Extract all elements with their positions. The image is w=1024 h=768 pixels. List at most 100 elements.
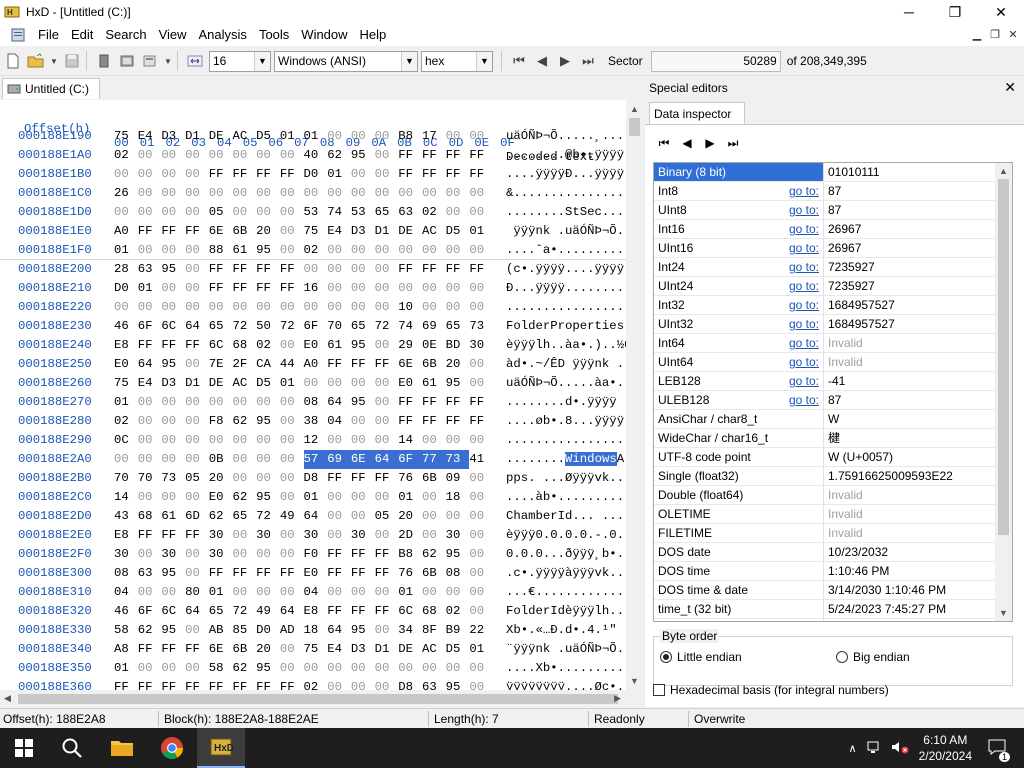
row-decoded-text[interactable]: ........d•.ÿÿÿÿ xyxy=(506,393,617,412)
hex-byte[interactable]: 00 xyxy=(422,488,446,507)
chevron-down-icon[interactable]: ▼ xyxy=(254,51,270,71)
menu-analysis[interactable]: Analysis xyxy=(193,24,253,46)
hex-byte[interactable]: 69 xyxy=(422,317,446,336)
hex-byte[interactable]: 00 xyxy=(280,393,304,412)
row-bytes[interactable]: 43 68 61 6D 62 65 72 49 64 00 00 05 20 00 00 00 xyxy=(114,507,493,526)
hex-byte[interactable]: 00 xyxy=(375,127,399,146)
hex-byte[interactable]: 65 xyxy=(232,507,256,526)
row-decoded-text[interactable]: ChamberId... ... xyxy=(506,507,624,526)
chevron-up-icon[interactable]: ∧ xyxy=(849,742,857,755)
hex-byte[interactable]: F8 xyxy=(209,412,233,431)
hex-byte[interactable]: 8F xyxy=(422,621,446,640)
hex-byte[interactable]: 00 xyxy=(304,374,328,393)
hex-byte[interactable]: 00 xyxy=(304,298,328,317)
hex-byte[interactable]: 58 xyxy=(209,659,233,678)
hex-byte[interactable]: 30 xyxy=(351,526,375,545)
mdi-restore-icon[interactable]: ❐ xyxy=(988,27,1002,41)
hex-byte[interactable]: 01 xyxy=(138,279,162,298)
row-decoded-text[interactable]: ÿÿÿÿÿÿÿÿ....Øc•. xyxy=(506,678,624,690)
hex-byte[interactable]: A0 xyxy=(304,355,328,374)
inspector-scrollbar[interactable]: ▲ ▼ xyxy=(995,163,1012,621)
hex-byte[interactable]: 02 xyxy=(256,336,280,355)
hex-byte[interactable]: 01 xyxy=(114,241,138,260)
hex-byte[interactable]: FF xyxy=(232,564,256,583)
hex-byte[interactable]: 00 xyxy=(446,203,470,222)
row-bytes[interactable]: 02 00 00 00 00 00 00 00 40 62 95 00 FF FF FF FF xyxy=(114,146,493,165)
inspector-row[interactable]: OLETIME Invalid xyxy=(654,505,997,524)
hex-byte[interactable]: 00 xyxy=(232,545,256,564)
hex-byte[interactable]: 00 xyxy=(232,393,256,412)
row-decoded-text[interactable]: ....Xb•......... xyxy=(506,659,624,678)
hex-row[interactable]: 000188E2F0 30 00 30 00 30 00 00 00 F0 FF FF FF B8 62 95… xyxy=(0,545,626,564)
hex-byte[interactable]: 05 xyxy=(375,507,399,526)
hex-byte[interactable]: 20 xyxy=(256,222,280,241)
hex-byte[interactable]: 00 xyxy=(446,241,470,260)
inspector-row[interactable]: DOS time & date 3/14/2030 1:10:46 PM xyxy=(654,581,997,600)
row-decoded-text[interactable]: 0.0.0...ðÿÿÿ¸b•. xyxy=(506,545,624,564)
hex-byte[interactable]: 09 xyxy=(446,469,470,488)
hex-byte[interactable]: 00 xyxy=(209,146,233,165)
hex-byte[interactable]: 00 xyxy=(114,165,138,184)
hex-byte[interactable]: 00 xyxy=(398,184,422,203)
export-dropdown-icon[interactable]: ▼ xyxy=(163,51,173,71)
hex-byte[interactable]: 00 xyxy=(138,583,162,602)
hex-byte[interactable]: D1 xyxy=(375,222,399,241)
hex-byte[interactable]: AC xyxy=(232,127,256,146)
hxd-taskbar-button[interactable]: HxD xyxy=(197,728,245,768)
hex-byte[interactable]: 00 xyxy=(185,146,209,165)
hex-byte[interactable]: 64 xyxy=(185,317,209,336)
hex-byte[interactable]: 6F xyxy=(398,450,422,469)
hex-byte[interactable]: FF xyxy=(138,526,162,545)
mdi-close-icon[interactable]: ✕ xyxy=(1006,27,1020,41)
inspector-row[interactable]: Binary (8 bit) 01010111 xyxy=(654,163,997,182)
hex-byte[interactable]: 30 xyxy=(209,545,233,564)
menu-edit[interactable]: Edit xyxy=(65,24,99,46)
hex-byte[interactable]: 00 xyxy=(304,260,328,279)
hex-byte[interactable]: 00 xyxy=(185,488,209,507)
hex-byte[interactable]: 00 xyxy=(351,165,375,184)
mdi-minimize-icon[interactable]: ▁ xyxy=(970,27,984,41)
hex-byte[interactable]: 00 xyxy=(280,545,304,564)
hex-byte[interactable]: 00 xyxy=(446,507,470,526)
document-icon[interactable] xyxy=(10,27,26,43)
row-bytes[interactable]: 75 E4 D3 D1 DE AC D5 01 00 00 00 00 E0 61 95 00 xyxy=(114,374,493,393)
hex-byte[interactable]: 00 xyxy=(375,678,399,690)
inspector-value[interactable]: 楗 xyxy=(824,429,997,448)
hex-byte[interactable]: 00 xyxy=(327,526,351,545)
hex-byte[interactable]: 00 xyxy=(327,298,351,317)
hex-byte[interactable]: 00 xyxy=(161,146,185,165)
hex-byte[interactable]: 26 xyxy=(114,184,138,203)
inspector-value[interactable]: 1684957527 xyxy=(824,315,997,334)
chevron-down-icon[interactable]: ▼ xyxy=(401,51,417,71)
file-explorer-button[interactable] xyxy=(98,728,146,768)
hex-byte[interactable]: 00 xyxy=(375,184,399,203)
hex-byte[interactable]: 00 xyxy=(351,374,375,393)
hex-byte[interactable]: F0 xyxy=(304,545,328,564)
hex-byte[interactable]: 68 xyxy=(138,507,162,526)
hex-byte[interactable]: E0 xyxy=(114,355,138,374)
hex-byte[interactable]: E8 xyxy=(304,602,328,621)
hex-byte[interactable]: FF xyxy=(232,260,256,279)
hex-row[interactable]: 000188E2E0 E8 FF FF FF 30 00 30 00 30 00 30 00 2D 00 30… xyxy=(0,526,626,545)
hex-row[interactable]: 000188E250 E0 64 95 00 7E 2F CA 44 A0 FF FF FF 6E 6B 20… xyxy=(0,355,626,374)
hex-byte[interactable]: 00 xyxy=(422,659,446,678)
hex-byte[interactable]: 00 xyxy=(280,583,304,602)
next-sector-icon[interactable]: ▶ xyxy=(555,51,575,71)
hex-byte[interactable]: 00 xyxy=(469,545,493,564)
hex-byte[interactable]: 2F xyxy=(232,355,256,374)
hex-row[interactable]: 000188E200 28 63 95 00 FF FF FF FF 00 00 00 00 FF FF FF… xyxy=(0,260,626,279)
inspector-row[interactable]: UInt16 go to: 26967 xyxy=(654,239,997,258)
inspector-row[interactable]: Single (float32) 1.75916625009593E22 xyxy=(654,467,997,486)
hex-byte[interactable]: FF xyxy=(398,146,422,165)
hex-byte[interactable]: E4 xyxy=(138,374,162,393)
hex-byte[interactable]: 14 xyxy=(398,431,422,450)
hex-byte[interactable]: 00 xyxy=(469,431,493,450)
hex-byte[interactable]: FF xyxy=(161,640,185,659)
hex-byte[interactable]: FF xyxy=(327,469,351,488)
inspector-row[interactable]: Int32 go to: 1684957527 xyxy=(654,296,997,315)
hex-byte[interactable]: 00 xyxy=(422,583,446,602)
hex-byte[interactable]: 00 xyxy=(138,412,162,431)
inspector-value[interactable]: 10/23/2032 xyxy=(824,543,997,562)
hex-byte[interactable]: 63 xyxy=(138,260,162,279)
hex-byte[interactable]: 00 xyxy=(185,184,209,203)
